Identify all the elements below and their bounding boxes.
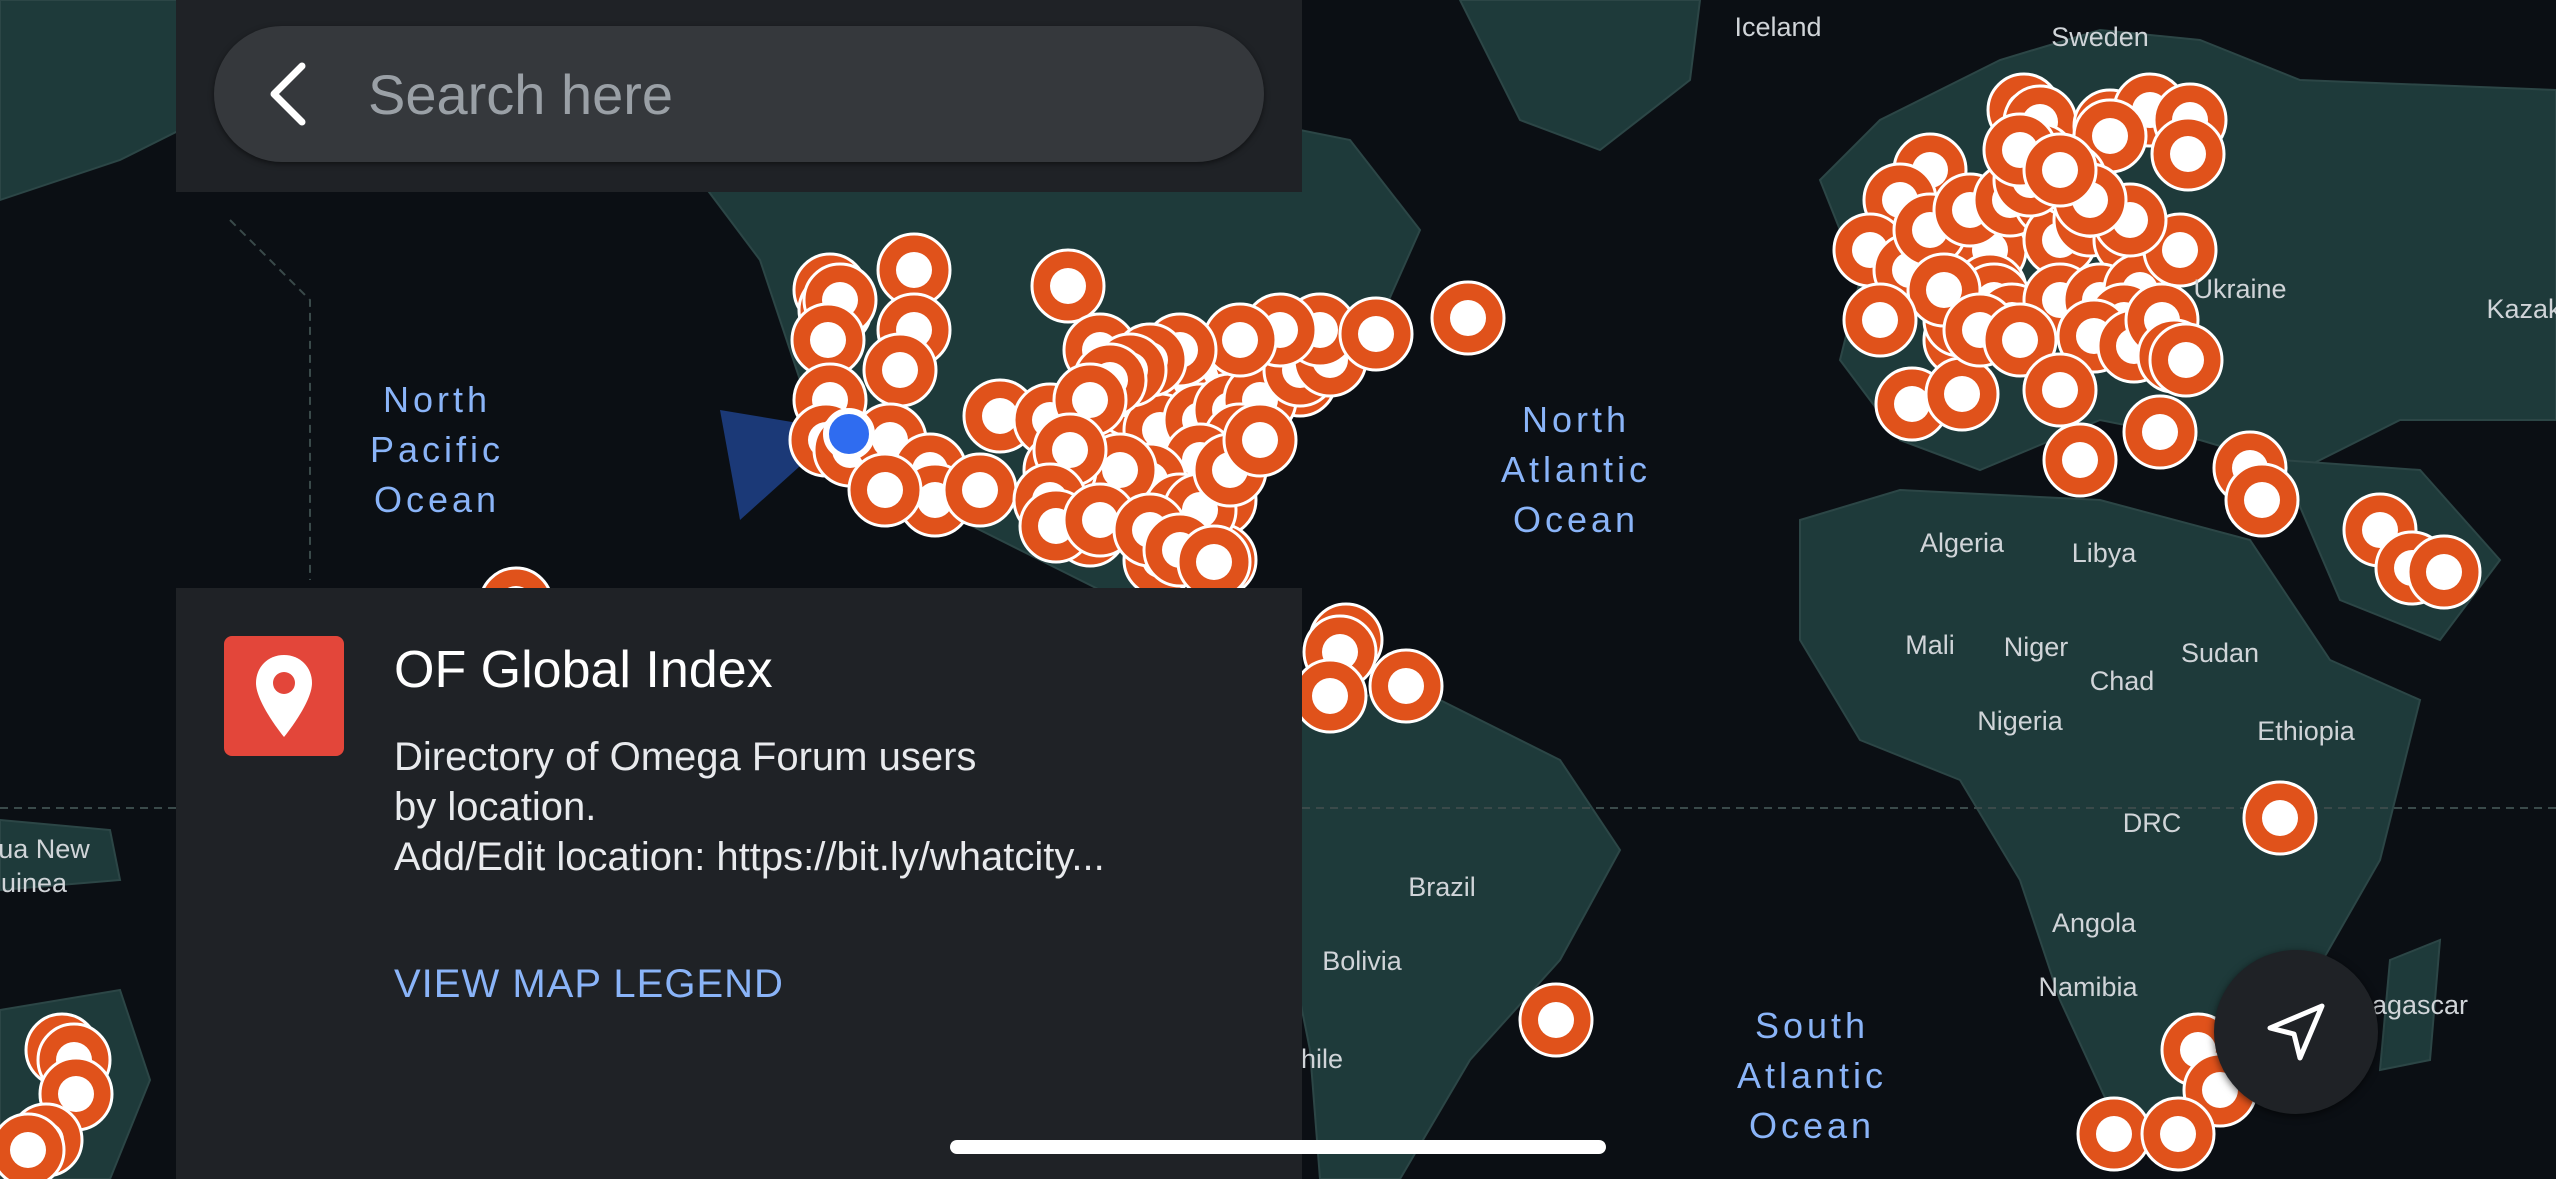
map-marker[interactable] xyxy=(2042,422,2118,498)
sudan-label: Sudan xyxy=(2181,638,2259,668)
map-marker[interactable] xyxy=(1518,982,1594,1058)
south-atlantic-label-2: Atlantic xyxy=(1737,1055,1887,1096)
png-label-2: uinea xyxy=(1,868,68,898)
map-marker[interactable] xyxy=(0,1112,66,1179)
algeria-label: Algeria xyxy=(1920,528,2005,558)
sweden-label: Sweden xyxy=(2051,22,2149,52)
bolivia-label: Bolivia xyxy=(1322,946,1403,976)
map-marker[interactable] xyxy=(1924,356,2000,432)
panel-description: Directory of Omega Forum users by locati… xyxy=(394,732,1254,882)
map-marker[interactable] xyxy=(2076,1096,2152,1172)
panel-title: OF Global Index xyxy=(394,641,773,699)
map-marker[interactable] xyxy=(1222,402,1298,478)
user-location-dot xyxy=(823,408,875,460)
angola-label: Angola xyxy=(2052,908,2137,938)
map-marker[interactable] xyxy=(2022,132,2098,208)
map-marker[interactable] xyxy=(1368,648,1444,724)
north-atlantic-label-1: North xyxy=(1522,399,1630,440)
map-marker[interactable] xyxy=(847,452,923,528)
search-placeholder[interactable]: Search here xyxy=(368,62,673,127)
navigation-arrow-icon xyxy=(2267,1003,2325,1061)
map-marker[interactable] xyxy=(1292,658,1368,734)
north-atlantic-label-3: Ocean xyxy=(1513,499,1639,540)
brazil-label: Brazil xyxy=(1408,872,1476,902)
search-bar[interactable]: Search here xyxy=(214,26,1264,162)
view-map-legend-link[interactable]: VIEW MAP LEGEND xyxy=(394,962,784,1007)
png-label-1: ua New xyxy=(0,834,90,864)
libya-label: Libya xyxy=(2072,538,2138,568)
niger-label: Niger xyxy=(2004,632,2069,662)
north-pacific-label-1: North xyxy=(383,379,491,420)
map-marker[interactable] xyxy=(2224,462,2300,538)
map-marker[interactable] xyxy=(942,452,1018,528)
map-marker[interactable] xyxy=(2122,394,2198,470)
map-marker[interactable] xyxy=(862,332,938,408)
namibia-label: Namibia xyxy=(2038,972,2138,1002)
map-marker[interactable] xyxy=(2406,534,2482,610)
south-atlantic-label-3: Ocean xyxy=(1749,1105,1875,1146)
map-marker[interactable] xyxy=(1430,280,1506,356)
iceland-label: Iceland xyxy=(1734,12,1821,42)
north-pacific-label-2: Pacific xyxy=(370,429,504,470)
mali-label: Mali xyxy=(1905,630,1955,660)
chad-label: Chad xyxy=(2090,666,2155,696)
home-indicator[interactable] xyxy=(950,1140,1606,1154)
description-line[interactable]: Add/Edit location: https://bit.ly/whatci… xyxy=(394,832,1254,882)
map-marker[interactable] xyxy=(2150,116,2226,192)
chile-label: hile xyxy=(1301,1044,1343,1074)
map-marker[interactable] xyxy=(1842,282,1918,358)
map-marker[interactable] xyxy=(1030,248,1106,324)
nigeria-label: Nigeria xyxy=(1977,706,2064,736)
north-atlantic-label-2: Atlantic xyxy=(1501,449,1651,490)
south-atlantic-label-1: South xyxy=(1755,1005,1869,1046)
map-marker[interactable] xyxy=(1338,296,1414,372)
drc-label: DRC xyxy=(2123,808,2182,838)
description-line: by location. xyxy=(394,785,597,829)
map-marker[interactable] xyxy=(2140,1096,2216,1172)
description-line: Directory of Omega Forum users xyxy=(394,735,977,779)
kazakhstan-label: Kazak xyxy=(2486,294,2556,324)
map-marker[interactable] xyxy=(2022,352,2098,428)
map-marker[interactable] xyxy=(2148,322,2224,398)
map-pin-icon xyxy=(224,636,344,756)
back-arrow-icon[interactable] xyxy=(234,26,344,162)
north-pacific-label-3: Ocean xyxy=(374,479,500,520)
map-marker[interactable] xyxy=(2242,780,2318,856)
madagascar-label: agascar xyxy=(2372,990,2468,1020)
ukraine-label: Ukraine xyxy=(2193,274,2286,304)
ethiopia-label: Ethiopia xyxy=(2257,716,2356,746)
info-panel: OF Global Index Directory of Omega Forum… xyxy=(176,588,1302,1179)
navigation-button[interactable] xyxy=(2214,950,2378,1114)
